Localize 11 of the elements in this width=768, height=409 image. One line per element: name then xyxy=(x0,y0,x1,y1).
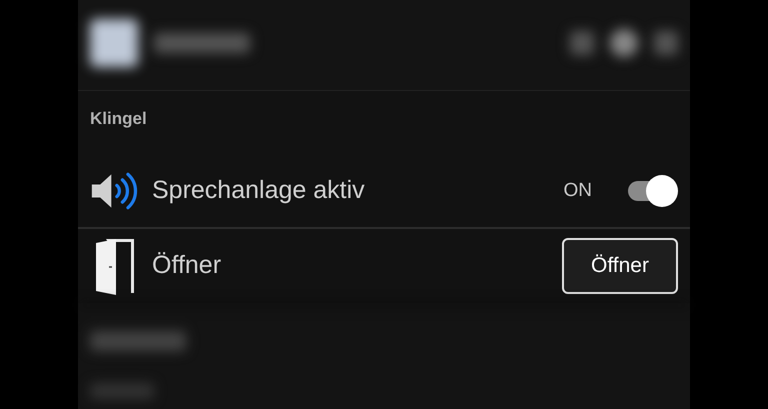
section-title: Klingel xyxy=(89,108,148,130)
blurred-icon xyxy=(570,31,594,55)
toggle-switch[interactable] xyxy=(628,175,678,207)
door-icon xyxy=(94,237,136,295)
open-button[interactable]: Öffner xyxy=(562,238,678,294)
blurred-icon xyxy=(654,31,678,55)
blurred-logo xyxy=(90,19,138,67)
blurred-icon xyxy=(610,29,638,57)
row-label: Öffner xyxy=(152,250,222,282)
toggle-state-label: ON xyxy=(564,178,592,203)
row-label: Sprechanlage aktiv xyxy=(152,175,365,206)
